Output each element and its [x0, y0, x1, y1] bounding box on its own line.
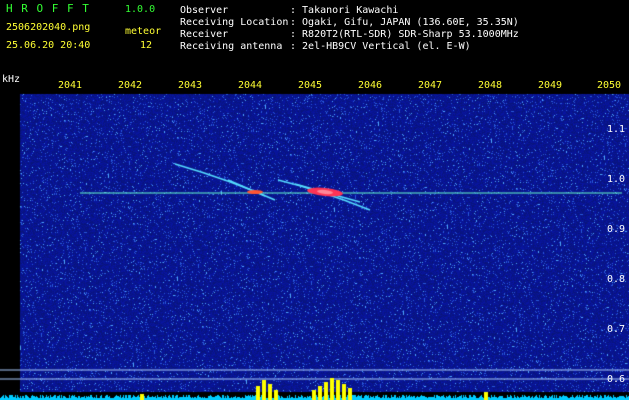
x-tick-2043: 2043	[178, 80, 203, 91]
y-tick-0-6: 0.6	[606, 374, 625, 385]
observer-value: : Takanori Kawachi	[290, 5, 399, 16]
header-panel: H R O F F T 1.0.0 2506202040.png meteor …	[0, 0, 629, 72]
receiver-value: : R820T2(RTL-SDR) SDR-Sharp 53.1000MHz	[290, 29, 519, 40]
y-tick-0-8: 0.8	[606, 274, 625, 285]
app-name: H R O F F T	[6, 2, 90, 15]
x-tick-2050: 2050	[597, 80, 622, 91]
datetime: 25.06.20 20:40	[6, 40, 91, 51]
x-tick-2046: 2046	[358, 80, 383, 91]
detect-count: 12	[140, 40, 153, 51]
location-label: Receiving Location	[180, 17, 289, 28]
antenna-label: Receiving antenna	[180, 41, 283, 52]
x-tick-2042: 2042	[118, 80, 143, 91]
spectrogram-canvas	[0, 72, 629, 400]
x-tick-2041: 2041	[58, 80, 83, 91]
x-tick-2047: 2047	[418, 80, 443, 91]
y-tick-0-7: 0.7	[606, 324, 625, 335]
unit-label: kHz	[2, 74, 21, 85]
antenna-value: : 2el-HB9CV Vertical (el. E-W)	[290, 41, 471, 52]
location-value: : Ogaki, Gifu, JAPAN (136.60E, 35.35N)	[290, 17, 519, 28]
observer-label: Observer	[180, 5, 229, 16]
filename: 2506202040.png	[6, 22, 91, 33]
receiver-label: Receiver	[180, 29, 229, 40]
y-tick-0-9: 0.9	[606, 224, 625, 235]
y-tick-1-1: 1.1	[606, 124, 625, 135]
detect-label: meteor	[125, 26, 162, 37]
x-tick-2048: 2048	[478, 80, 503, 91]
x-tick-2049: 2049	[538, 80, 563, 91]
y-tick-1-0: 1.0	[606, 174, 625, 185]
x-tick-2044: 2044	[238, 80, 263, 91]
x-tick-2045: 2045	[298, 80, 323, 91]
app-version: 1.0.0	[125, 4, 156, 15]
